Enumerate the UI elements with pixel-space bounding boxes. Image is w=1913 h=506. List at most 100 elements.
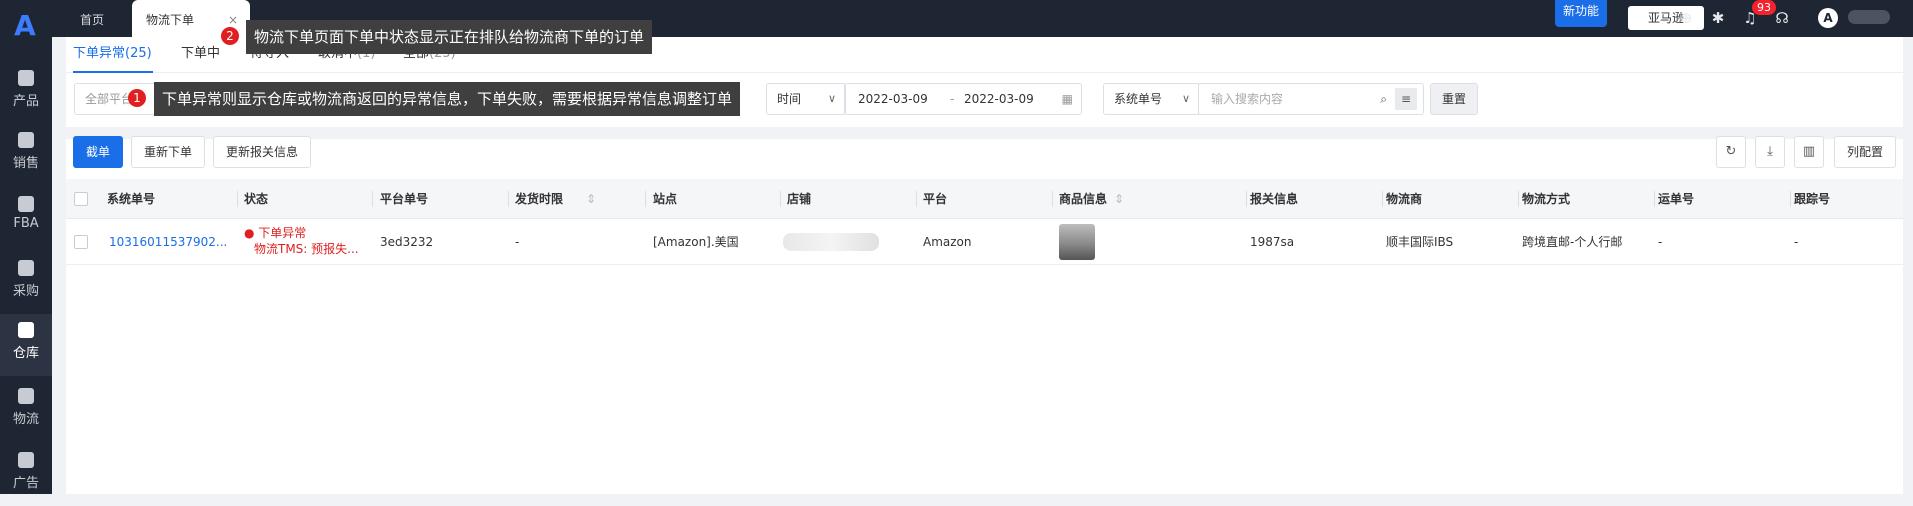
new-feature-button[interactable]: 新功能 [1555, 0, 1607, 27]
tab-label: 下单中 [181, 46, 221, 61]
calendar-icon: ▦ [1061, 92, 1073, 106]
shipping-method: 跨境直邮-个人行邮 [1522, 235, 1623, 249]
platform-no: 3ed3232 [380, 235, 434, 249]
column-separator [1052, 191, 1053, 207]
annotation-tooltip-2: 物流下单页面下单中状态显示正在排队给物流商下单的订单 [246, 20, 653, 54]
search-icon[interactable]: ⌕ [1380, 84, 1387, 114]
bug-icon[interactable]: ✱ [1710, 10, 1726, 26]
platform: Amazon [923, 235, 972, 249]
status-text: 下单异常 [258, 226, 307, 240]
refresh-icon[interactable]: ↻ [1716, 136, 1746, 168]
support-icon[interactable]: ☊ [1774, 10, 1790, 26]
intercept-button[interactable]: 截单 [73, 136, 123, 168]
column-config-button[interactable]: 列配置 [1834, 136, 1897, 168]
sidebar-item-label: 广告 [12, 476, 39, 491]
sidebar: A 产品 销售 FBA 采购 仓库 物流 广告 [0, 0, 52, 494]
fba-icon [18, 196, 34, 212]
column-separator [645, 191, 646, 207]
waybill-no: - [1658, 235, 1663, 249]
status-detail[interactable]: 物流TMS: 预报失... [244, 241, 359, 257]
header-method: 物流方式 [1522, 192, 1571, 206]
column-separator [508, 191, 509, 207]
sidebar-item-warehouse[interactable]: 仓库 [0, 314, 52, 376]
search-input[interactable]: 输入搜索内容 ⌕ ≡ [1198, 83, 1424, 115]
header-platform: 平台 [923, 192, 948, 206]
ship-limit: - [515, 235, 520, 249]
user-name-blurred[interactable] [1848, 10, 1890, 24]
sidebar-item-label: 采购 [12, 284, 39, 299]
column-separator [1382, 191, 1383, 207]
sidebar-item-purchase[interactable]: 采购 [0, 252, 52, 314]
reset-button[interactable]: 重置 [1430, 83, 1478, 115]
sidebar-item-logistics[interactable]: 物流 [0, 380, 52, 442]
sidebar-item-ads[interactable]: 广告 [0, 444, 52, 506]
customs-info: 1987sa [1250, 235, 1295, 249]
search-placeholder: 输入搜索内容 [1211, 92, 1284, 106]
bag-icon [18, 70, 34, 86]
download-icon[interactable]: ⤓ [1755, 136, 1785, 168]
date-end: 2022-03-09 [964, 92, 1034, 106]
status-cell: ● 下单异常 物流TMS: 预报失... [244, 225, 359, 259]
tab-ordering[interactable]: 下单中 [181, 37, 220, 73]
update-customs-button[interactable]: 更新报关信息 [213, 136, 312, 168]
tab-label: 物流下单 [146, 13, 195, 27]
tracking-no: - [1794, 235, 1799, 249]
logo-icon[interactable]: A [10, 12, 40, 40]
tab-order-exception[interactable]: 下单异常(25) [73, 37, 153, 73]
sidebar-item-sales[interactable]: 销售 [0, 124, 52, 186]
cart-icon [18, 260, 34, 276]
search-type-select[interactable]: 系统单号 ∨ [1103, 83, 1199, 115]
menu-icon[interactable]: ≡ [1395, 88, 1417, 110]
header-system-no: 系统单号 [107, 192, 156, 206]
select-all-checkbox[interactable] [74, 192, 88, 206]
warehouse-icon [18, 322, 34, 338]
sidebar-item-label: FBA [13, 216, 39, 231]
status-label: ● 下单异常 [244, 226, 307, 240]
shop-name-blurred [783, 233, 879, 251]
avatar[interactable]: A [1818, 8, 1838, 28]
sidebar-item-fba[interactable]: FBA [0, 188, 52, 250]
time-type-label: 时间 [777, 92, 802, 106]
table-header: 系统单号 状态 平台单号 发货时限 ⇕ 站点 店铺 平台 商品信息 ⇕ 报关信息… [66, 179, 1903, 219]
sidebar-item-label: 产品 [12, 94, 39, 109]
sell-icon [18, 132, 34, 148]
column-separator [1518, 191, 1519, 207]
column-separator [1246, 191, 1247, 207]
column-separator [372, 191, 373, 207]
system-no-link[interactable]: 10316011537902... [109, 219, 227, 265]
table-row[interactable]: 10316011537902... ● 下单异常 物流TMS: 预报失... 3… [66, 219, 1903, 265]
sidebar-item-product[interactable]: 产品 [0, 62, 52, 124]
column-separator [916, 191, 917, 207]
tab-home[interactable]: 首页 [80, 0, 122, 37]
column-separator [1790, 191, 1791, 207]
column-separator [1654, 191, 1655, 207]
date-range-picker[interactable]: 2022-03-09 - 2022-03-09 ▦ [845, 83, 1082, 115]
column-separator [237, 191, 238, 207]
site: [Amazon].美国 [653, 235, 739, 249]
date-start: 2022-03-09 [858, 92, 928, 106]
header-ship-limit[interactable]: 发货时限 [515, 179, 563, 219]
sidebar-item-label: 物流 [12, 412, 39, 427]
sort-icon[interactable]: ⇕ [1114, 179, 1124, 219]
download-icon[interactable]: ⊕ [1678, 10, 1694, 26]
tab-count: (25) [125, 46, 152, 61]
divider [66, 127, 1903, 139]
chevron-down-icon: ∨ [827, 92, 836, 105]
header-carrier: 物流商 [1386, 192, 1423, 206]
ad-icon [18, 452, 34, 468]
header-site: 站点 [653, 192, 678, 206]
sort-icon[interactable]: ⇕ [586, 179, 596, 219]
header-tracking: 跟踪号 [1794, 192, 1831, 206]
date-separator: - [950, 92, 955, 106]
search-type-label: 系统单号 [1114, 92, 1163, 106]
time-type-select[interactable]: 时间 ∨ [766, 83, 845, 115]
layout-icon[interactable]: ▥ [1794, 136, 1824, 168]
notification-badge: 93 [1752, 0, 1776, 15]
annotation-number-1: 1 [128, 89, 146, 107]
product-thumbnail[interactable] [1059, 224, 1095, 260]
row-checkbox[interactable] [74, 235, 88, 249]
sidebar-item-label: 仓库 [12, 346, 39, 361]
annotation-number-2: 2 [221, 27, 239, 45]
reorder-button[interactable]: 重新下单 [131, 136, 206, 168]
header-product-info[interactable]: 商品信息 [1059, 179, 1107, 219]
